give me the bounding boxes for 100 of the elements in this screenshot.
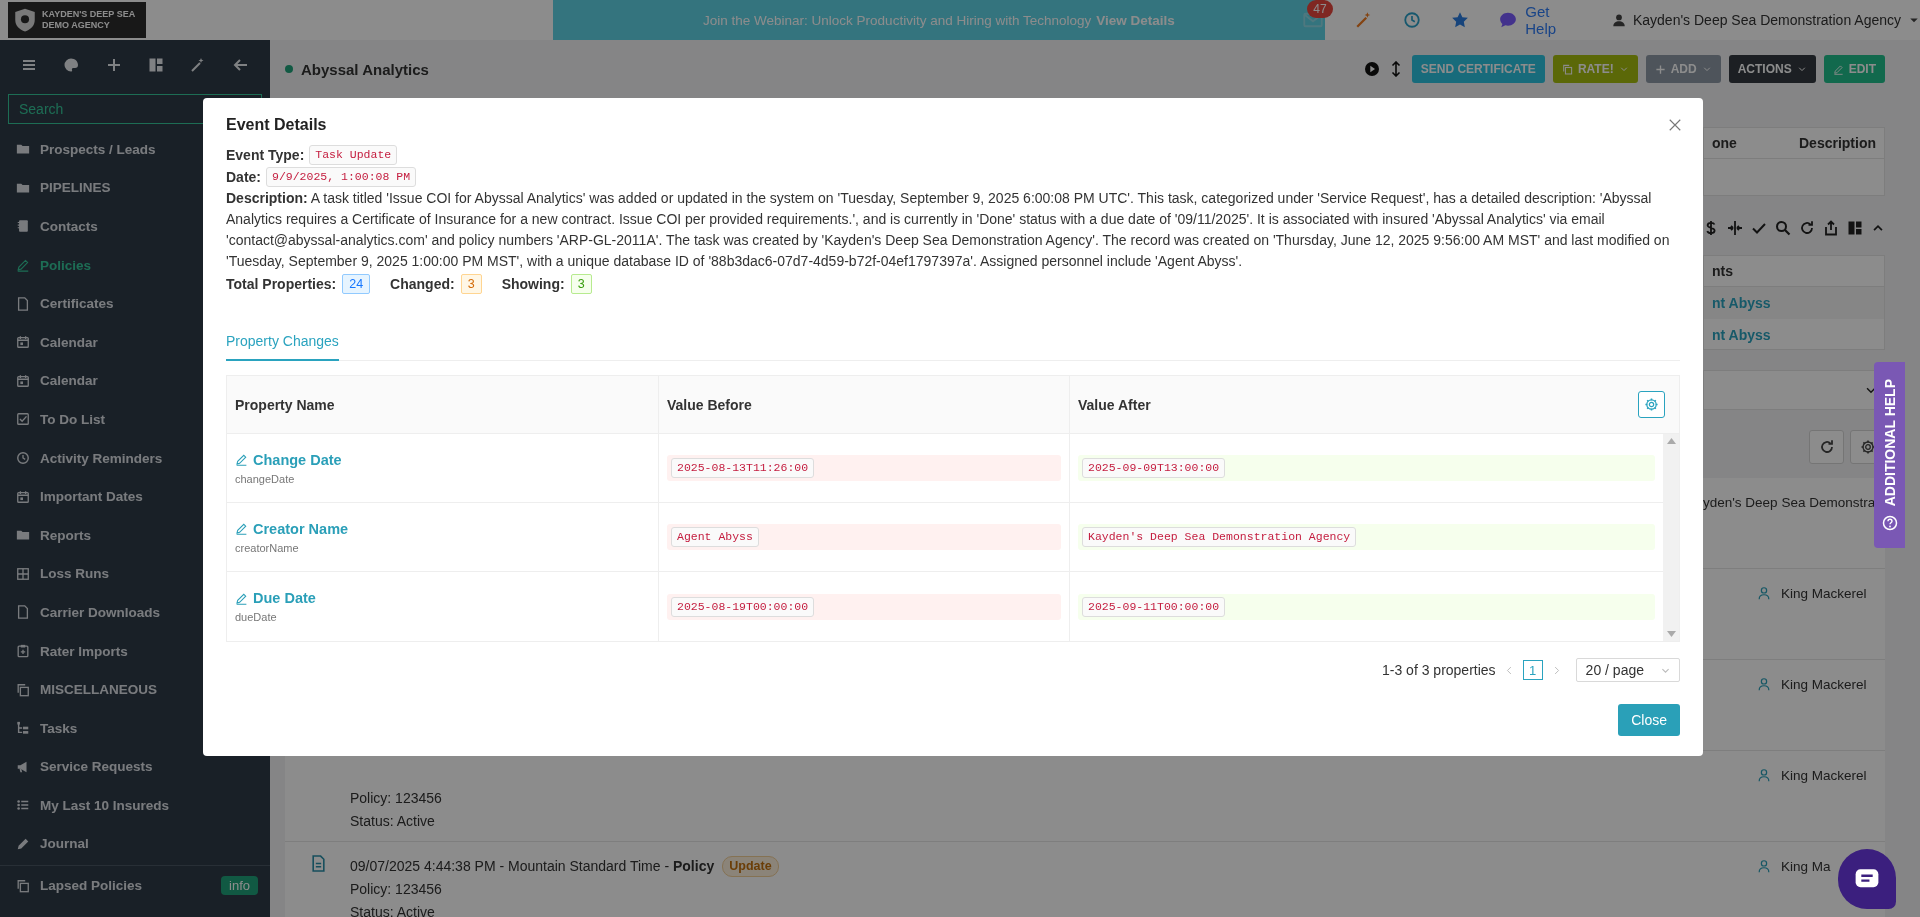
count-label: Total Properties: [226,275,337,294]
tree-icon [16,721,30,736]
update-badge: Update [722,856,779,877]
calendar-icon [16,335,30,350]
pencil-icon [235,591,248,605]
arrow-left-icon[interactable] [232,57,249,73]
activity-detail: Status: Active [350,903,436,917]
toolbar-button[interactable]: ACTIONS [1728,55,1816,83]
clock-icon[interactable] [1403,11,1422,29]
calendar-icon [16,489,30,504]
close-dialog-button[interactable]: Close [1618,704,1680,736]
search-icon[interactable] [1775,219,1791,236]
banner-text: Join the Webinar: Unlock Productivity and Hiring with Technology [703,12,1092,28]
doc-icon [16,605,30,620]
count-label: Changed: [390,275,455,294]
split-icon[interactable] [1727,219,1743,236]
menu-icon[interactable] [21,57,38,73]
clipboard-icon [16,644,30,658]
activity-detail: Policy: 123456 [350,880,443,899]
assigned-name: King Ma [1781,858,1831,876]
doc-lines-icon [310,855,327,872]
user-icon [1611,13,1626,27]
value-before-tag: 2025-08-19T00:00:00 [671,596,815,617]
list-icon [16,798,30,813]
column-header: Value After [1078,396,1151,413]
count-label: Showing: [501,275,565,294]
close-icon [1668,118,1682,132]
record-title: Abyssal Analytics [301,60,429,78]
column-header: nts [1704,256,1884,287]
additional-help-tab[interactable]: ADDITIONAL HELP [1874,362,1905,548]
count-tag: 3 [570,274,592,294]
agent-link[interactable]: nt Abyss [1704,286,1884,319]
logo-text: DEMO AGENCY [42,20,111,31]
activity-detail: Policy: 123456 [350,789,442,808]
refresh-icon[interactable] [1799,219,1815,236]
assigned-name: King Mackerel [1781,767,1867,785]
date-tag: 9/9/2025, 1:00:08 PM [266,167,417,187]
clock-icon [16,451,30,466]
sidebar-item[interactable]: My Last 10 Insureds [0,786,270,825]
property-link[interactable]: Due Date [235,590,650,606]
page-size-select[interactable]: 20 / page [1575,658,1680,682]
book-icon [16,219,30,234]
assigned-name: yden's Deep Sea Demonstra [1703,494,1876,512]
user-outline-icon [1757,586,1771,600]
palette-icon[interactable] [63,57,80,73]
user-outline-icon [1757,677,1771,691]
tab[interactable]: Property Changes [226,325,339,361]
layout-icon[interactable] [148,57,165,73]
agency-logo[interactable]: KAYDEN'S DEEP SEA DEMO AGENCY [8,2,146,38]
pencil-icon [1832,63,1844,75]
checkbox-icon [16,412,30,427]
refresh-button[interactable] [1809,430,1844,464]
play-icon[interactable] [1363,61,1380,77]
pen-icon [16,837,30,851]
property-key: dueDate [235,611,650,623]
count-tag: 24 [342,274,371,294]
help-icon [1881,514,1898,531]
event-description: Description: A task titled 'Issue COI for Abyssal Analytics' was added or updated in the system on 'Tuesday, September 9, 2025 6:00:08 PM UTC'. This task, categorized under 'Service Request', has a detailed description: 'Abyssal Analytics requires a Certificate of Insurance for a new contract. Issue COI per provided requirements.', and is currently in 'Done' status with a due date of '09/11/2025'. It is associated with insured 'Abyssal Analytics' via email 'contact@abyssal-analytics.com' and policy numbers 'ARP-GL-2011A'. The task was created by 'Kayden's Deep Sea Demonstration Agency'. The record was created on 'Thursday, June 12, 2025 9:56:00 AM MST' and last modified on 'Tuesday, September 9, 2025 1:00:00 PM MST', with a unique database ID of '88b3dac6-07d7-4d59-b72f-04ef1797397a'. Assigned personnel include 'Agent Abyss'. [226,189,1671,271]
grid-icon [16,566,30,581]
sidebar-item[interactable]: Lapsed Policies info [0,866,270,905]
copy-icon [16,682,30,697]
status-dot [285,65,293,73]
plus-icon[interactable] [105,57,122,73]
user-menu[interactable]: Kayden's Deep Sea Demonstration Agency [1611,12,1920,28]
columns-icon[interactable] [1847,219,1863,236]
gear-icon [1644,397,1659,412]
close-button[interactable] [1668,118,1682,132]
value-before-tag: 2025-08-13T11:26:00 [671,458,815,478]
page-button[interactable]: 1 [1522,660,1543,680]
field-label: Date: [226,168,261,187]
column-header: Description [1758,128,1884,159]
calendar-icon [16,373,30,388]
value-after-tag: 2025-09-09T13:00:00 [1082,458,1226,478]
pencil-icon [235,522,248,535]
notification-count: 47 [1307,0,1333,18]
copy-icon [16,878,30,893]
pencil-icon [235,453,248,466]
refresh-icon [1818,439,1835,455]
activity-detail: Status: Active [350,812,436,831]
share-icon[interactable] [1823,219,1839,236]
property-link[interactable]: Creator Name [235,520,650,537]
value-before-tag: Agent Abyss [671,527,759,547]
agent-link[interactable]: nt Abyss [1704,318,1884,351]
pencil-icon [16,258,30,273]
gear-icon [1859,439,1876,455]
megaphone-icon [16,759,30,774]
sidebar-item[interactable]: Journal [0,824,270,864]
star-icon[interactable] [1451,11,1470,29]
property-link[interactable]: Change Date [235,451,650,468]
settings-button[interactable] [1638,391,1665,418]
assigned-name: King Mackerel [1781,676,1867,694]
chat-icon [1499,11,1518,29]
shield-icon [12,7,38,33]
user-outline-icon [1757,859,1771,873]
event-type-tag: Task Update [309,145,398,165]
assigned-name: King Mackerel [1781,585,1867,603]
column-header: one [1704,128,1759,159]
toolbar-button[interactable]: EDIT [1823,55,1885,83]
get-help-button[interactable]: Get Help [1499,3,1574,37]
plus-icon [1654,63,1666,75]
